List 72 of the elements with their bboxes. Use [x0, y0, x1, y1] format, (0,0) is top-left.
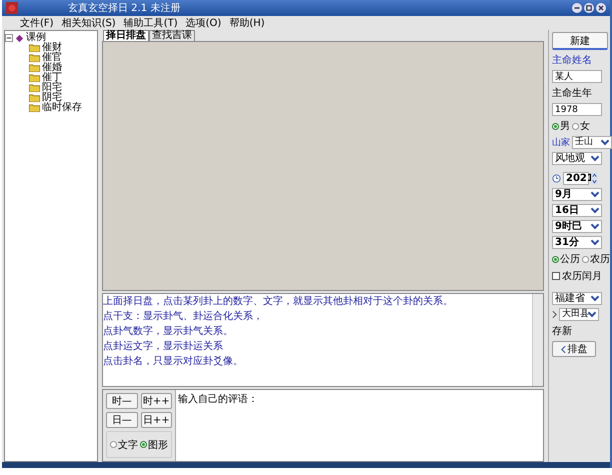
name-field[interactable]: 某人 — [552, 70, 602, 83]
menu-item[interactable]: 帮助(H) — [229, 16, 265, 30]
tree-item[interactable]: 催财 — [42, 43, 62, 53]
dropdown[interactable]: 9月 — [552, 188, 602, 201]
radio-label[interactable]: 女 — [580, 119, 590, 133]
info-text: 点击卦名，只显示对应卦爻像。 — [103, 356, 244, 369]
info-text: 点卦运文字，显示卦运关系 — [103, 341, 224, 354]
collapse-icon[interactable] — [5, 34, 13, 42]
folder-icon — [29, 84, 40, 92]
minimize-icon[interactable] — [572, 3, 582, 13]
step-button[interactable]: 日++ — [140, 412, 172, 428]
step-button[interactable]: 时— — [106, 393, 138, 409]
field-label: 主命姓名 — [552, 54, 593, 67]
app-icon — [6, 2, 18, 14]
dropdown[interactable]: 31分 — [552, 236, 602, 249]
folder-icon — [29, 104, 40, 112]
spin-arrows-icon[interactable] — [591, 172, 598, 185]
close-icon[interactable] — [596, 3, 606, 13]
info-text: 点干支：显示卦气、卦运合化关系， — [103, 311, 264, 324]
menu-item[interactable]: 选项(O) — [186, 16, 222, 30]
info-text: 点卦气数字，显示卦气关系。 — [103, 326, 234, 339]
step-button[interactable]: 时++ — [140, 393, 172, 409]
radio-label[interactable]: 图形 — [148, 438, 168, 452]
tree-item[interactable]: 催丁 — [42, 73, 62, 83]
radio-button[interactable] — [572, 122, 579, 130]
info-text: 上面择日盘，点击某列卦上的数字、文字，就显示其他卦相对于这个卦的关系。 — [103, 296, 454, 309]
new-button[interactable]: 新建 — [552, 32, 608, 50]
menu-item[interactable]: 辅助工具(T) — [124, 16, 178, 30]
tree-item[interactable]: 阳宅 — [42, 83, 62, 93]
scrollbar[interactable] — [532, 294, 543, 386]
folder-icon — [29, 94, 40, 102]
radio-button[interactable] — [552, 256, 559, 262]
dropdown[interactable]: 16日 — [552, 204, 602, 217]
tree-item[interactable]: 临时保存 — [42, 103, 82, 113]
tree-item[interactable]: 催官 — [42, 53, 62, 63]
field-label: 存新 — [552, 324, 573, 338]
chart-button[interactable]: 排盘 — [552, 341, 596, 357]
tree-item[interactable]: 催婚 — [42, 63, 62, 73]
checkbox-label[interactable]: 农历闰月 — [562, 269, 602, 283]
dropdown[interactable]: 9时巳 — [552, 220, 602, 233]
folder-icon — [29, 64, 40, 72]
radio-label[interactable]: 文字 — [118, 438, 138, 452]
folder-icon — [29, 74, 40, 82]
radio-button[interactable] — [582, 256, 589, 262]
field-label: 山家 — [552, 136, 570, 149]
window-title: 玄真玄空择日 2.1 未注册 — [68, 2, 180, 15]
year-field[interactable]: 1978 — [552, 103, 602, 116]
folder-icon — [29, 54, 40, 62]
menu-item[interactable]: 相关知识(S) — [62, 16, 116, 30]
tab[interactable]: 择日排盘 — [103, 30, 149, 41]
radio-label[interactable]: 农历 — [590, 252, 610, 266]
maximize-icon[interactable] — [584, 3, 594, 13]
dropdown[interactable]: 福建省 — [552, 292, 602, 305]
dropdown[interactable]: 大田县 — [559, 308, 599, 321]
checkbox[interactable] — [552, 272, 560, 280]
tree-item[interactable]: 课例 — [26, 33, 46, 43]
dropdown[interactable]: 风地观 — [552, 152, 602, 165]
tab[interactable]: 查找吉课 — [149, 30, 195, 41]
radio-button[interactable] — [110, 441, 117, 448]
radio-label[interactable]: 公历 — [560, 252, 580, 266]
radio-label[interactable]: 男 — [560, 119, 570, 133]
dropdown[interactable]: 壬山 — [572, 136, 612, 149]
comment-field[interactable]: 输入自己的评语： — [175, 390, 543, 461]
chevron-right-icon[interactable] — [552, 310, 557, 319]
radio-button[interactable] — [140, 441, 147, 448]
tree-item[interactable]: 阴宅 — [42, 93, 62, 103]
field-label: 主命生年 — [552, 86, 593, 100]
folder-icon — [29, 44, 40, 52]
menu-item[interactable]: 文件(F) — [20, 16, 54, 30]
step-button[interactable]: 日— — [106, 412, 138, 428]
radio-button[interactable] — [552, 122, 559, 130]
calendar-icon — [552, 174, 561, 183]
